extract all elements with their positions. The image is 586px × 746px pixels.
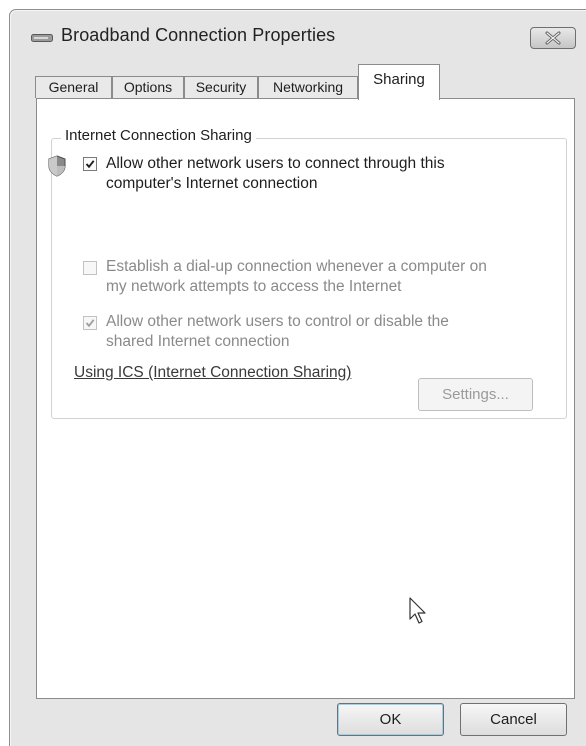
dial-up-line1: Establish a dial-up connection whenever …	[106, 258, 487, 275]
window-title: Broadband Connection Properties	[61, 25, 336, 45]
allow-connect-line1: Allow other network users to connect thr…	[106, 155, 445, 172]
sharing-panel: Internet Connection Sharing Allow other …	[36, 98, 575, 699]
allow-control-label: Allow other network users to control or …	[106, 312, 449, 352]
tab-networking[interactable]: Networking	[258, 76, 358, 98]
tab-sharing[interactable]: Sharing	[358, 64, 440, 100]
mouse-pointer-icon	[409, 597, 426, 624]
tab-security[interactable]: Security	[184, 76, 258, 98]
checkmark-icon	[85, 160, 95, 169]
allow-control-line1: Allow other network users to control or …	[106, 313, 449, 330]
ics-help-link[interactable]: Using ICS (Internet Connection Sharing)	[74, 364, 351, 382]
uac-shield-icon	[48, 155, 66, 177]
tab-general[interactable]: General	[35, 76, 112, 98]
properties-dialog: Broadband Connection Properties General …	[9, 9, 586, 746]
allow-control-checkbox[interactable]	[83, 316, 97, 330]
close-icon	[545, 31, 561, 45]
allow-connect-line2: computer's Internet connection	[106, 175, 318, 192]
network-connection-icon	[31, 34, 53, 42]
cancel-button[interactable]: Cancel	[460, 703, 567, 736]
settings-button[interactable]: Settings...	[418, 378, 533, 411]
allow-connect-label[interactable]: Allow other network users to connect thr…	[106, 154, 445, 194]
checkmark-icon	[85, 319, 95, 328]
dial-up-line2: my network attempts to access the Intern…	[106, 278, 402, 295]
ok-button[interactable]: OK	[337, 703, 444, 736]
group-label: Internet Connection Sharing	[61, 127, 256, 144]
title-bar[interactable]: Broadband Connection Properties	[10, 10, 586, 56]
allow-control-line2: shared Internet connection	[106, 333, 290, 350]
dial-up-checkbox[interactable]	[83, 261, 97, 275]
close-button[interactable]	[530, 27, 576, 49]
tab-options[interactable]: Options	[112, 76, 184, 98]
allow-connect-checkbox[interactable]	[83, 157, 97, 171]
dial-up-label: Establish a dial-up connection whenever …	[106, 257, 487, 297]
